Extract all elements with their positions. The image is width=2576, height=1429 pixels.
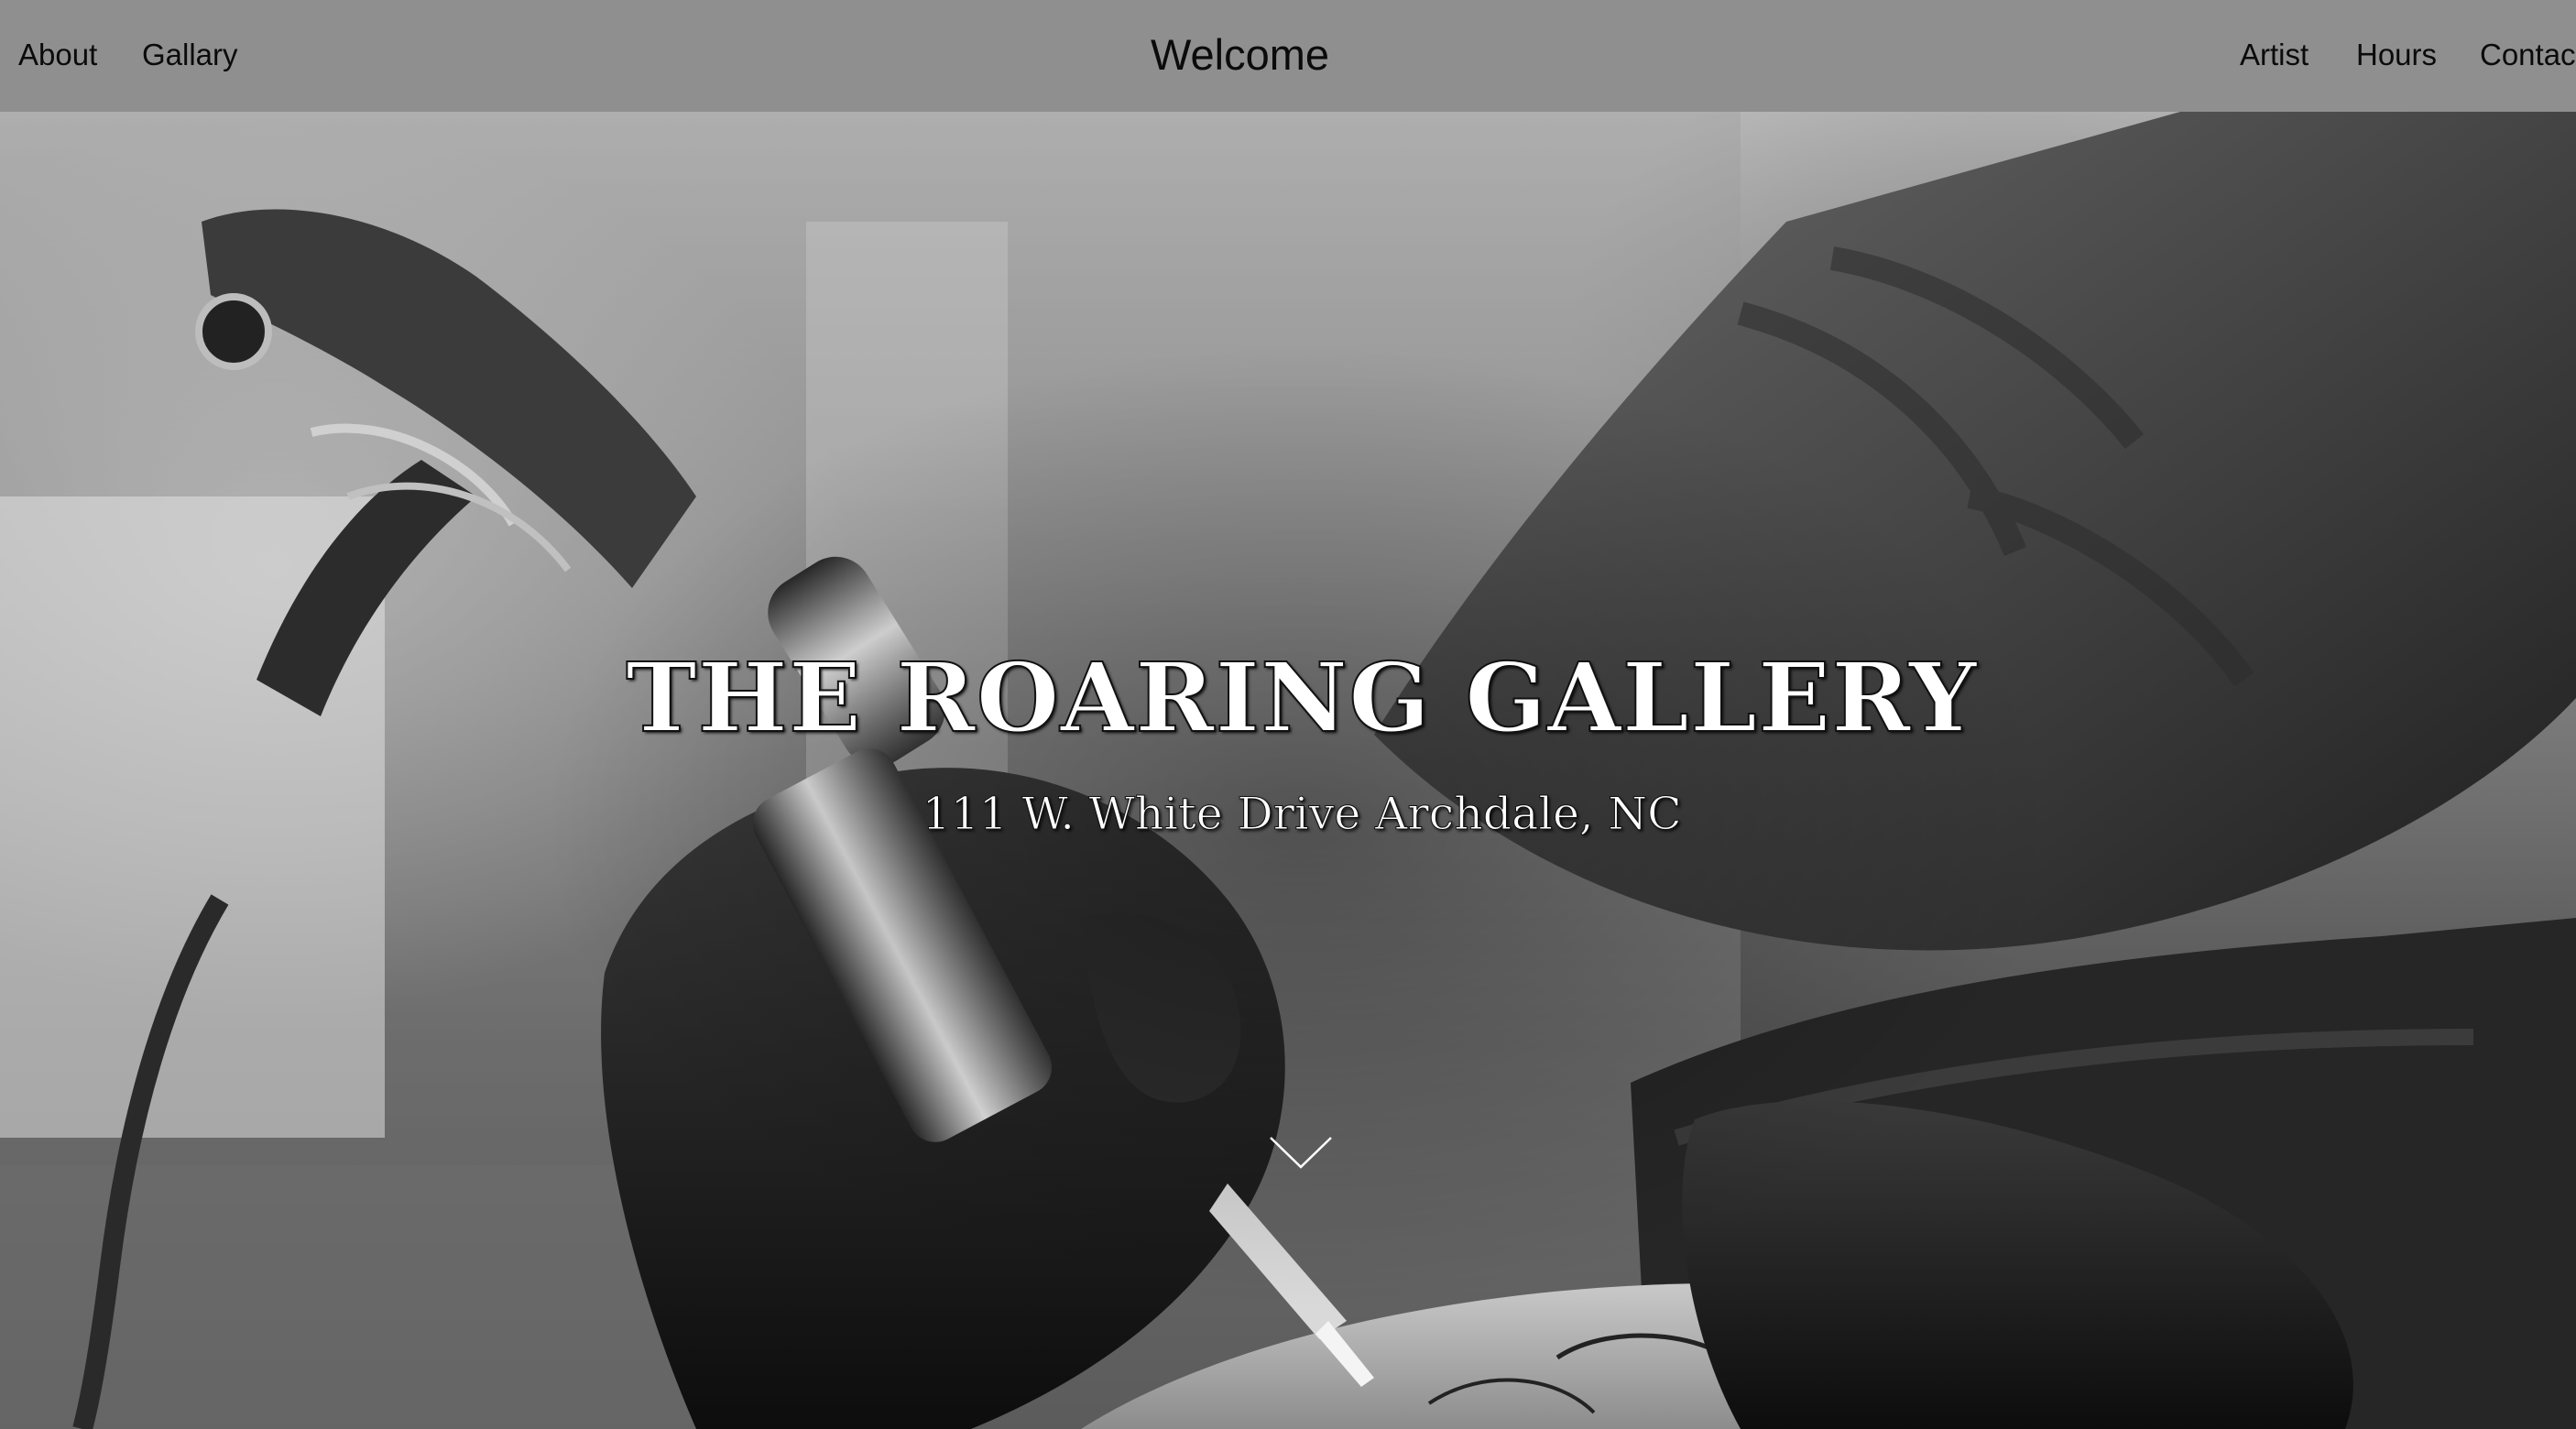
chevron-down-icon[interactable] xyxy=(1268,1134,1334,1171)
hero-title: THE ROARING GALLERY xyxy=(625,640,1978,755)
nav-link-hours[interactable]: Hours xyxy=(2356,0,2437,112)
top-navigation-bar: About Gallary Welcome Artist Hours Conta… xyxy=(0,0,2576,112)
nav-link-artist[interactable]: Artist xyxy=(2240,0,2309,112)
hero-vignette xyxy=(0,112,2576,1429)
nav-link-contact[interactable]: Contact xyxy=(2480,0,2576,112)
hero-address: 111 W. White Drive Archdale, NC xyxy=(922,788,1682,841)
hero-section: THE ROARING GALLERY 111 W. White Drive A… xyxy=(0,112,2576,1429)
site-brand-title: Welcome xyxy=(1151,30,1330,79)
nav-link-gallery[interactable]: Gallary xyxy=(142,0,238,112)
nav-link-about[interactable]: About xyxy=(18,0,97,112)
